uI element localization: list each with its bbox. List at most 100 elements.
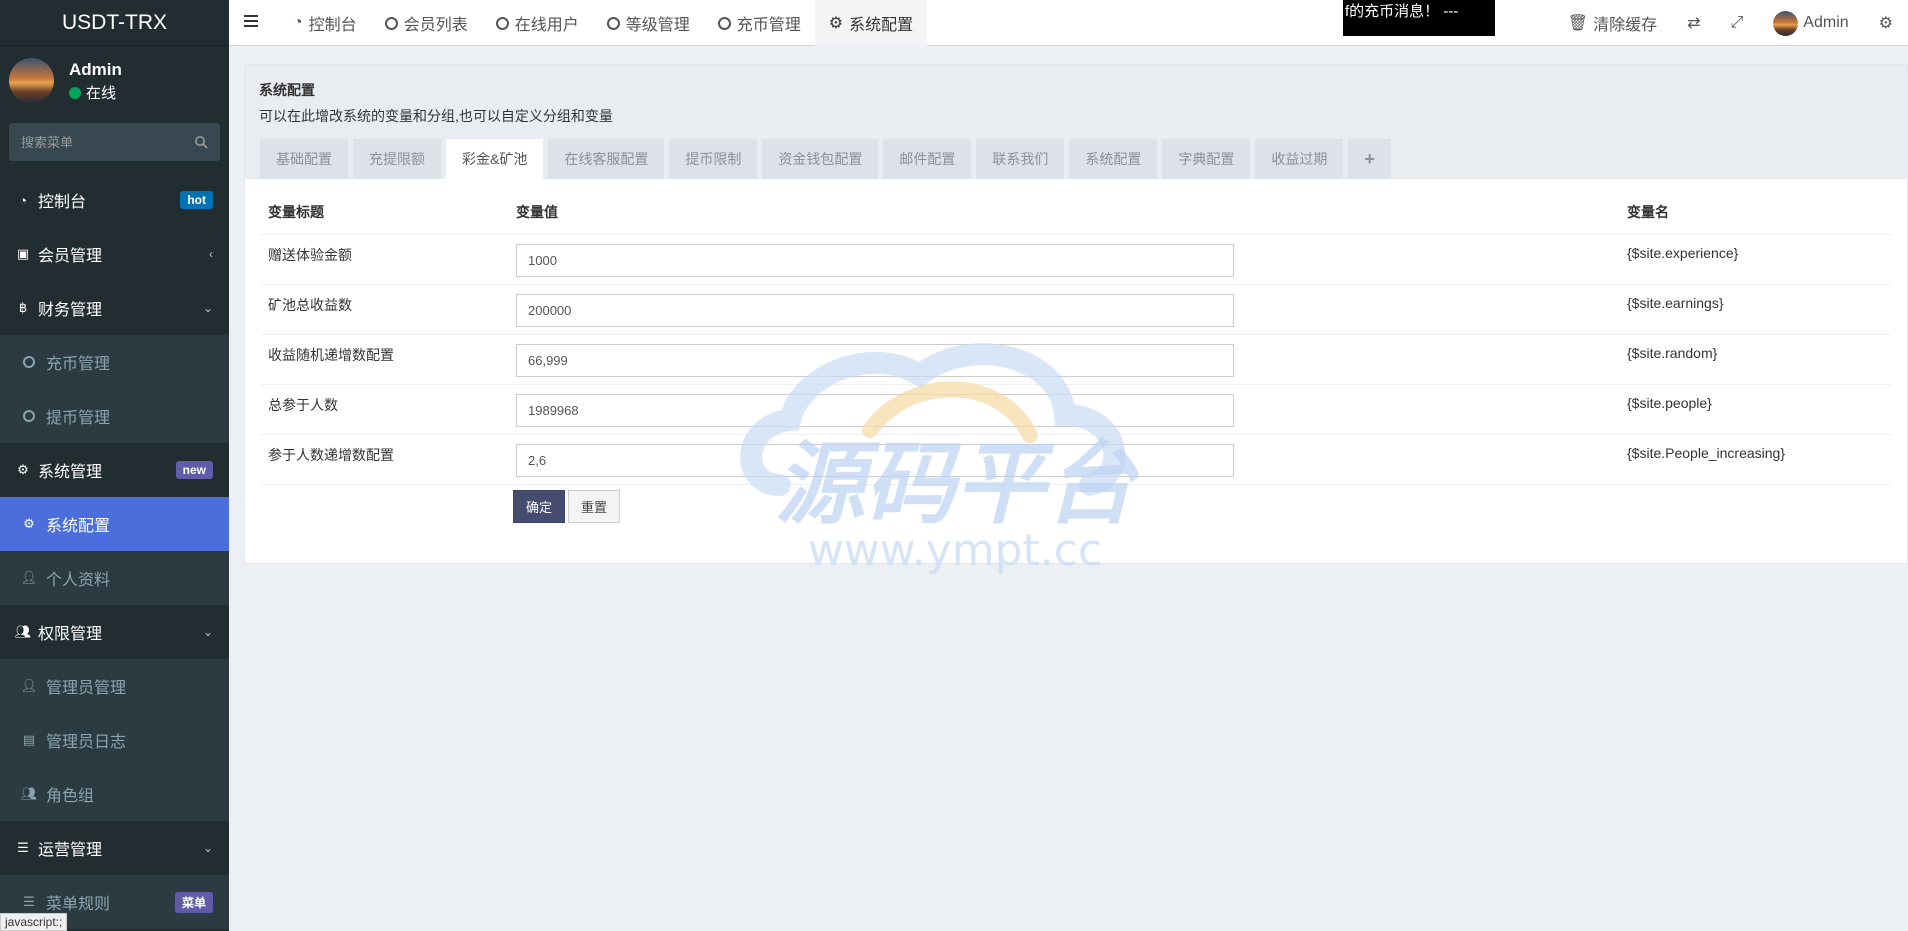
variable-value-input[interactable] <box>516 343 1234 377</box>
config-tabs: 基础配置 充提限额 彩金&矿池 在线客服配置 提币限制 资金钱包配置 邮件配置 … <box>260 139 1391 179</box>
tab-online-service[interactable]: 在线客服配置 <box>548 139 665 179</box>
tab-bonus-pool[interactable]: 彩金&矿池 <box>446 139 544 179</box>
sidebar-item-label: 权限管理 <box>38 626 103 643</box>
sidebar-item-auth[interactable]: 👥︎ 权限管理 ⌄ <box>0 605 229 659</box>
sidebar-item-members[interactable]: ▣ 会员管理 ‹ <box>0 227 229 281</box>
tab-label: 系统配置 <box>849 17 914 34</box>
sidebar-item-operations[interactable]: ☰ 运营管理 ⌄ <box>0 821 229 875</box>
circle-icon <box>606 16 620 30</box>
sidebar-item-withdraw[interactable]: 提币管理 <box>0 389 229 443</box>
add-tab-button[interactable]: + <box>1348 139 1391 179</box>
bars-icon: ☰ <box>23 894 35 909</box>
top-navbar: ◔ 控制台 会员列表 在线用户 等级管理 充币管理 ⚙ 系统配置 f的充币消息！… <box>229 0 1908 46</box>
sidebar-item-finance[interactable]: ฿ 财务管理 ⌄ <box>0 281 229 335</box>
gear-icon: ⚙ <box>23 516 35 531</box>
variable-title: 参于人数递增数配置 <box>260 434 508 485</box>
tab-mail-config[interactable]: 邮件配置 <box>883 139 972 179</box>
app-logo[interactable]: USDT-TRX <box>0 0 229 46</box>
tab-label: 等级管理 <box>625 17 690 34</box>
column-header: 变量值 <box>508 194 1619 235</box>
tab-dashboard[interactable]: ◔ 控制台 <box>279 0 371 46</box>
reset-button[interactable]: 重置 <box>568 490 621 523</box>
table-row: 收益随机递增数配置 {$site.random} <box>260 334 1892 385</box>
circle-icon <box>20 356 38 368</box>
top-user-name: Admin <box>1803 14 1849 31</box>
dashboard-icon: ◔ <box>293 14 303 31</box>
tab-basic-config[interactable]: 基础配置 <box>260 139 348 179</box>
variable-name: {$site.random} <box>1619 334 1892 385</box>
table-row: 赠送体验金额 {$site.experience} <box>260 234 1892 285</box>
sidebar-item-label: 管理员日志 <box>46 734 127 751</box>
tab-wallet-config[interactable]: 资金钱包配置 <box>762 139 879 179</box>
sidebar-item-dashboard[interactable]: ◔ 控制台 hot <box>0 173 229 227</box>
tab-contact-us[interactable]: 联系我们 <box>976 139 1065 179</box>
tab-level-management[interactable]: 等级管理 <box>593 0 704 46</box>
variable-value-cell <box>508 434 1619 485</box>
sidebar-search <box>9 123 220 161</box>
variable-value-input[interactable] <box>516 443 1234 477</box>
tab-withdraw-limit[interactable]: 提币限制 <box>669 139 758 179</box>
variable-value-input[interactable] <box>516 243 1234 277</box>
menu-badge: 菜单 <box>174 891 213 913</box>
sidebar-item-roles[interactable]: 👥︎ 角色组 <box>0 767 229 821</box>
sidebar-item-deposit[interactable]: 充币管理 <box>0 335 229 389</box>
column-header: 变量标题 <box>260 194 508 235</box>
tab-label: 控制台 <box>308 17 357 34</box>
tab-system-config[interactable]: ⚙ 系统配置 <box>814 0 928 46</box>
user-status: 在线 <box>69 82 116 103</box>
user-menu[interactable]: Admin <box>1758 0 1863 46</box>
tab-dictionary-config[interactable]: 字典配置 <box>1162 139 1251 179</box>
submit-button[interactable]: 确定 <box>513 490 566 523</box>
language-button[interactable]: ⇄ <box>1672 0 1715 46</box>
sidebar-item-profile[interactable]: 👤︎ 个人资料 <box>0 551 229 605</box>
tab-system-config[interactable]: 系统配置 <box>1069 139 1158 179</box>
config-table: 变量标题 变量值 变量名 赠送体验金额 {$site.experience} 矿… <box>260 194 1892 485</box>
top-tabs: ◔ 控制台 会员列表 在线用户 等级管理 充币管理 ⚙ 系统配置 <box>279 0 928 46</box>
sidebar-toggle-icon[interactable] <box>244 15 258 29</box>
clear-cache-button[interactable]: 🗑︎ 清除缓存 <box>1553 0 1672 46</box>
variable-value-input[interactable] <box>516 393 1234 427</box>
control-sidebar-button[interactable]: ⚙ <box>1864 0 1908 46</box>
form-actions: 确定 重置 <box>513 490 621 523</box>
sidebar-item-label: 控制台 <box>38 194 87 211</box>
clear-cache-label: 清除缓存 <box>1593 17 1658 34</box>
sidebar-item-label: 个人资料 <box>46 572 111 589</box>
circle-icon <box>384 16 398 30</box>
variable-title: 收益随机递增数配置 <box>260 334 508 385</box>
search-icon[interactable] <box>194 135 208 149</box>
sidebar-item-system[interactable]: ⚙ 系统管理 new <box>0 443 229 497</box>
variable-value-cell <box>508 234 1619 285</box>
sidebar-item-admins[interactable]: 👤︎ 管理员管理 <box>0 659 229 713</box>
tab-deposit-withdraw-limit[interactable]: 充提限额 <box>353 139 441 179</box>
chevron-down-icon: ⌄ <box>202 841 213 855</box>
sidebar-item-label: 充币管理 <box>46 356 111 373</box>
sidebar-item-config[interactable]: ⚙ 系统配置 <box>0 497 229 551</box>
dashboard-icon: ◔ <box>19 192 27 208</box>
tab-earnings-expiry[interactable]: 收益过期 <box>1255 139 1344 179</box>
sidebar-item-label: 系统配置 <box>46 518 111 535</box>
list-icon: ☰ <box>17 840 29 855</box>
chevron-left-icon: ‹ <box>209 247 213 261</box>
avatar <box>1773 10 1799 36</box>
trash-icon: 🗑︎ <box>1567 15 1589 32</box>
panel-description: 可以在此增改系统的变量和分组,也可以自定义分组和变量 <box>259 108 613 124</box>
system-submenu: ⚙ 系统配置 👤︎ 个人资料 <box>0 497 229 605</box>
tab-online-users[interactable]: 在线用户 <box>482 0 593 46</box>
hot-badge: hot <box>180 191 213 209</box>
sidebar-item-admin-log[interactable]: ▤ 管理员日志 <box>0 713 229 767</box>
fullscreen-button[interactable]: ⤢ <box>1715 0 1758 46</box>
sidebar-item-label: 提币管理 <box>46 410 111 427</box>
table-row: 矿池总收益数 {$site.earnings} <box>260 284 1892 335</box>
search-input[interactable] <box>9 123 220 161</box>
tab-deposit-management[interactable]: 充币管理 <box>704 0 815 46</box>
circle-icon <box>717 16 731 30</box>
online-dot-icon <box>69 86 81 99</box>
tab-label: 充币管理 <box>736 17 801 34</box>
variable-title: 总参于人数 <box>260 384 508 435</box>
bitcoin-icon: ฿ <box>18 300 28 315</box>
tab-member-list[interactable]: 会员列表 <box>371 0 482 46</box>
table-row: 参于人数递增数配置 {$site.People_increasing} <box>260 434 1892 485</box>
variable-value-input[interactable] <box>516 293 1234 327</box>
notification-marquee: f的充币消息！ --- <box>1343 0 1495 36</box>
variable-title: 赠送体验金额 <box>260 234 508 285</box>
